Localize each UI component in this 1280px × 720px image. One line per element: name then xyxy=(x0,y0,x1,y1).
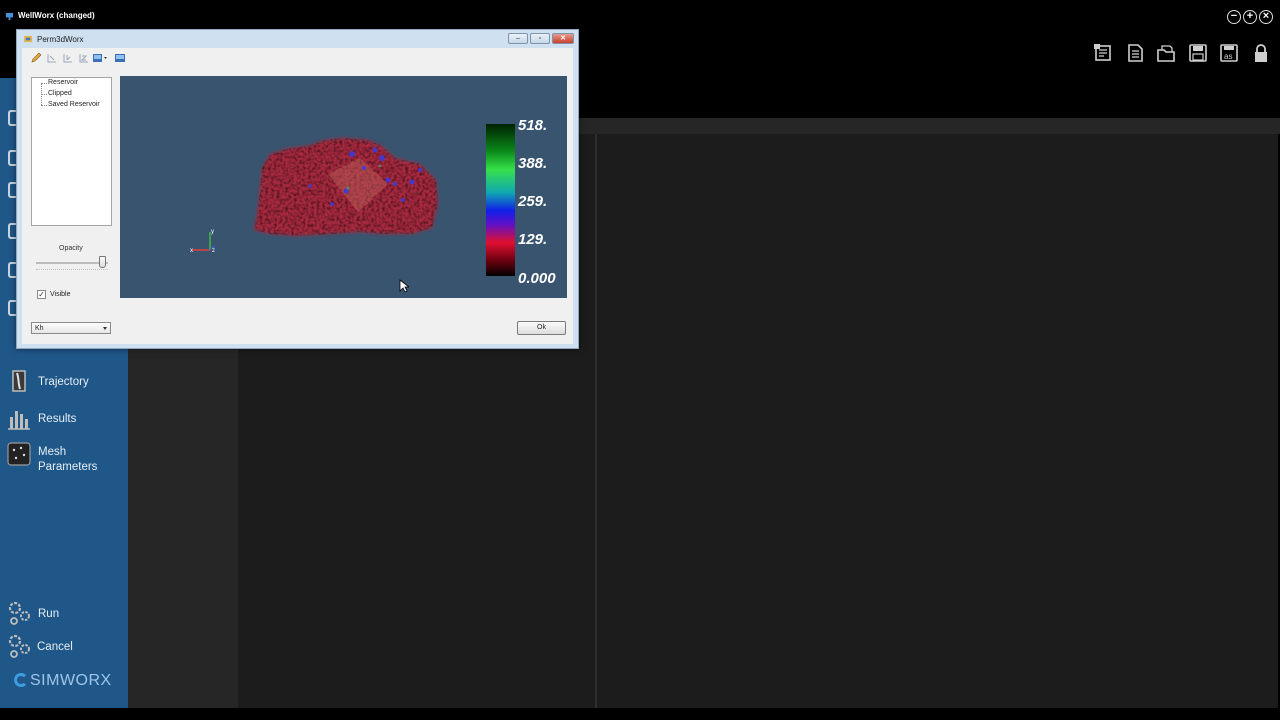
tree-item-clipped[interactable]: Clipped xyxy=(48,90,72,97)
run-label: Run xyxy=(38,608,60,620)
simworx-logo: SIMWORX xyxy=(14,672,112,690)
app-title: WellWorx (changed) xyxy=(18,11,95,20)
dialog-app-icon xyxy=(24,35,33,43)
app-window: WellWorx (changed) − + × as Trajectory R… xyxy=(0,0,1280,720)
cancel-button[interactable]: Cancel xyxy=(6,633,126,661)
layer-tree: Reservoir Clipped Saved Reservoir xyxy=(31,77,112,226)
camera-dropdown-icon[interactable] xyxy=(92,52,108,64)
dialog-title-bar[interactable]: Perm3dWorx ‒ ▫ ✕ xyxy=(17,30,578,48)
legend-label-min: 0.000 xyxy=(518,270,556,287)
status-strip xyxy=(0,708,1280,720)
save-as-text: as xyxy=(1224,52,1232,61)
cancel-gears-icon xyxy=(8,634,30,658)
visible-label: Visible xyxy=(50,291,71,298)
mesh-icon xyxy=(7,442,31,466)
trajectory-icon xyxy=(12,370,26,392)
axes-gizmo: x y z xyxy=(190,229,215,254)
property-select-value: Kh xyxy=(35,325,44,332)
opacity-slider[interactable] xyxy=(36,262,108,264)
logo-text: SIMWORX xyxy=(30,672,112,689)
legend-label: 259. xyxy=(518,193,548,210)
pane-divider[interactable] xyxy=(595,134,597,708)
run-button[interactable]: Run xyxy=(6,600,126,628)
sidebar-item-label: Mesh Parameters xyxy=(38,446,98,473)
legend-label: 388. xyxy=(518,155,548,172)
view-y-icon[interactable] xyxy=(62,52,74,64)
open-folder-icon[interactable] xyxy=(1156,43,1176,63)
dialog-close-button[interactable]: ✕ xyxy=(552,33,574,44)
sidebar-item-label: Trajectory xyxy=(38,376,89,388)
dialog-maximize-button[interactable]: ▫ xyxy=(530,33,550,44)
lock-icon[interactable] xyxy=(1251,43,1271,63)
dialog-title: Perm3dWorx xyxy=(37,35,84,44)
tree-connector xyxy=(41,83,47,84)
pencil-icon[interactable] xyxy=(30,52,42,64)
maximize-button[interactable]: + xyxy=(1243,10,1257,24)
opacity-slider-thumb[interactable] xyxy=(99,256,106,268)
close-button[interactable]: × xyxy=(1259,10,1273,24)
report-icon[interactable] xyxy=(1093,43,1113,63)
save-icon[interactable] xyxy=(1188,43,1208,63)
cancel-label: Cancel xyxy=(37,641,73,653)
sidebar-item-label: Results xyxy=(38,413,77,425)
mouse-cursor-icon xyxy=(399,279,409,293)
view-x-icon[interactable] xyxy=(46,52,58,64)
legend-label: 129. xyxy=(518,231,548,248)
opacity-label: Opacity xyxy=(59,245,83,252)
view-z-icon[interactable] xyxy=(78,52,90,64)
ok-button[interactable]: Ok xyxy=(517,321,566,335)
logo-mark-icon xyxy=(14,673,28,687)
axis-y-label: y xyxy=(211,229,214,235)
minimize-button[interactable]: − xyxy=(1227,10,1241,24)
axis-z-label: z xyxy=(212,248,215,254)
perm3dworx-dialog: Perm3dWorx ‒ ▫ ✕ Reservoir Clipped Saved… xyxy=(16,29,579,349)
sidebar-item-trajectory[interactable]: Trajectory xyxy=(6,368,126,396)
title-bar: WellWorx (changed) − + × xyxy=(0,8,1280,26)
tree-connector xyxy=(41,105,47,106)
axis-x-label: x xyxy=(190,248,193,254)
visible-checkbox[interactable]: ✓ xyxy=(37,290,46,299)
document-icon[interactable] xyxy=(1125,43,1145,63)
sidebar-item-results[interactable]: Results xyxy=(6,405,126,433)
property-select[interactable]: Kh xyxy=(31,322,111,334)
3d-viewport[interactable]: x y z 518. 388. 259. 129. 0.000 xyxy=(120,76,567,298)
color-legend-bar xyxy=(486,124,515,276)
opacity-slider-ticks xyxy=(36,269,108,271)
dialog-body: Reservoir Clipped Saved Reservoir Opacit… xyxy=(22,48,573,344)
reservoir-body xyxy=(254,138,438,236)
app-icon xyxy=(5,12,14,21)
run-gears-icon xyxy=(8,601,30,625)
save-as-icon[interactable]: as xyxy=(1219,43,1239,63)
dialog-toolbar xyxy=(22,48,573,70)
export-image-icon[interactable] xyxy=(114,52,126,64)
dialog-minimize-button[interactable]: ‒ xyxy=(508,33,528,44)
chevron-down-icon xyxy=(103,327,107,330)
tree-item-reservoir[interactable]: Reservoir xyxy=(48,79,78,86)
sidebar-item-mesh-parameters[interactable]: Mesh Parameters xyxy=(6,441,126,477)
tree-item-saved-reservoir[interactable]: Saved Reservoir xyxy=(48,101,100,108)
legend-label-max: 518. xyxy=(518,117,548,134)
tree-connector xyxy=(41,94,47,95)
results-chart-icon xyxy=(8,411,30,430)
